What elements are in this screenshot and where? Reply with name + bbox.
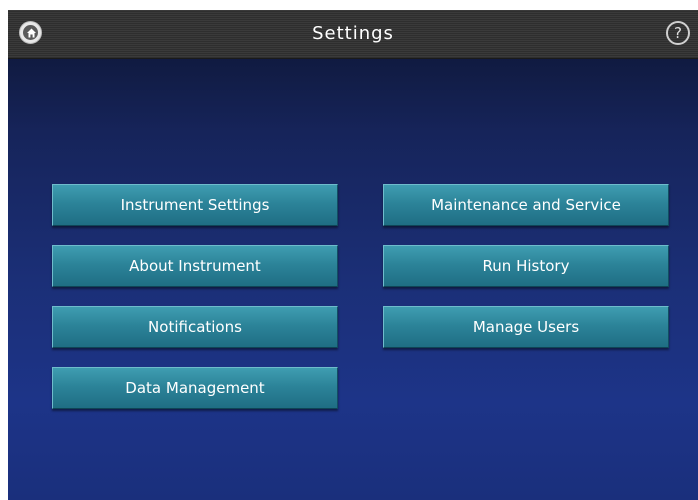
data-management-button[interactable]: Data Management [52, 367, 338, 409]
maintenance-and-service-button[interactable]: Maintenance and Service [383, 184, 669, 226]
manage-users-button[interactable]: Manage Users [383, 306, 669, 348]
instrument-settings-button[interactable]: Instrument Settings [52, 184, 338, 226]
help-icon: ? [674, 24, 682, 42]
top-bar: Settings ? [8, 10, 698, 59]
run-history-button[interactable]: Run History [383, 245, 669, 287]
home-icon-glyph [27, 28, 36, 38]
page-title: Settings [312, 23, 394, 44]
notifications-button[interactable]: Notifications [52, 306, 338, 348]
about-instrument-button[interactable]: About Instrument [52, 245, 338, 287]
help-button[interactable]: ? [666, 21, 690, 45]
settings-screen: Settings ? Instrument Settings About Ins… [8, 10, 698, 500]
home-button[interactable] [19, 21, 42, 44]
